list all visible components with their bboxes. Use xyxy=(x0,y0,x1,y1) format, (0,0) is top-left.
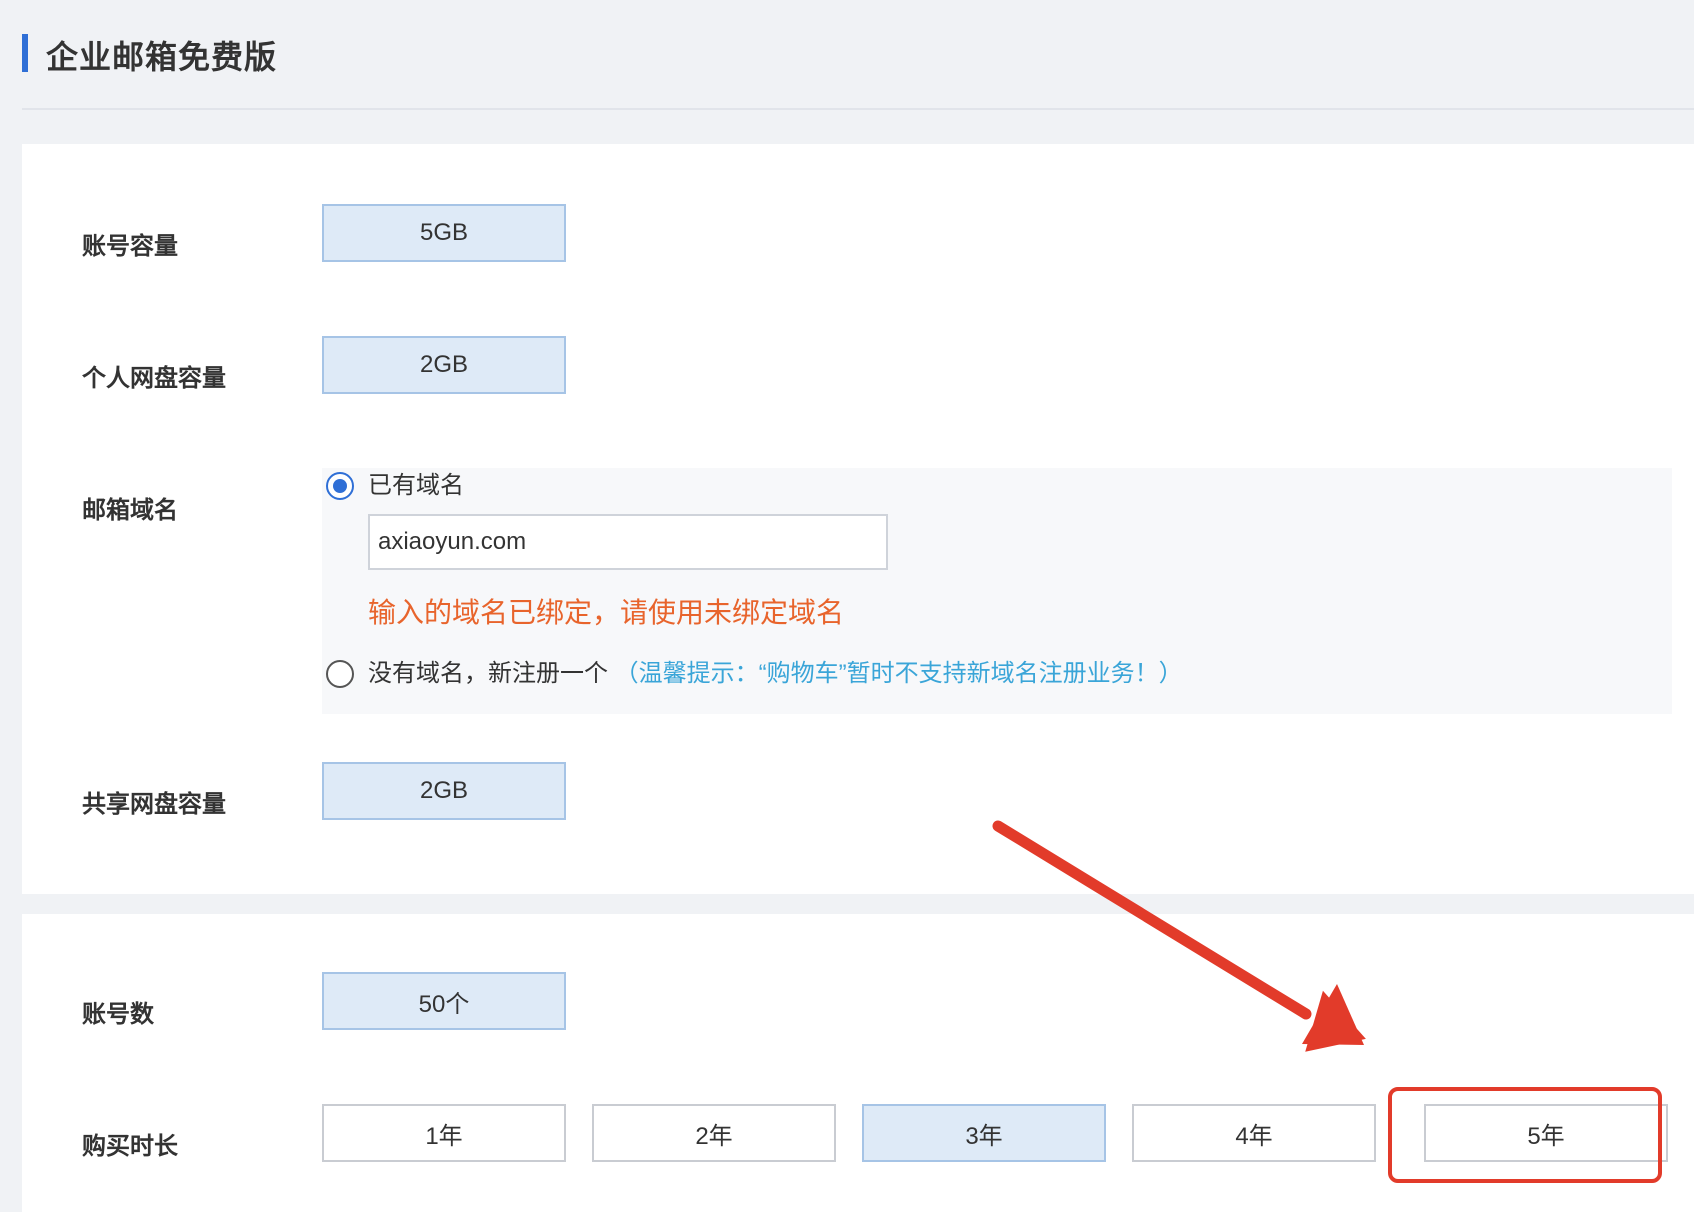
new-domain-option-label[interactable]: 没有域名，新注册一个 xyxy=(368,660,608,687)
duration-option-2-year[interactable]: 2年 xyxy=(592,1104,836,1162)
page-header: 企业邮箱免费版 xyxy=(22,22,1694,110)
domain-input[interactable] xyxy=(368,514,888,570)
personal-disk-value: 2GB xyxy=(322,336,566,394)
new-domain-radio[interactable] xyxy=(326,660,354,688)
mail-domain-label: 邮箱域名 xyxy=(82,497,178,524)
annotation-highlight-box xyxy=(1388,1087,1662,1183)
account-count-value: 50个 xyxy=(322,972,566,1030)
account-capacity-label: 账号容量 xyxy=(82,233,178,260)
duration-option-4-year[interactable]: 4年 xyxy=(1132,1104,1376,1162)
new-domain-tip: （温馨提示：“购物车”暂时不支持新域名注册业务！） xyxy=(614,660,1183,687)
mail-domain-options: 已有域名 输入的域名已绑定，请使用未绑定域名 没有域名，新注册一个 （温馨提示：… xyxy=(322,468,1672,714)
existing-domain-radio[interactable] xyxy=(326,472,354,500)
shared-disk-label: 共享网盘容量 xyxy=(82,791,226,818)
duration-label: 购买时长 xyxy=(82,1133,178,1160)
new-domain-option[interactable]: 没有域名，新注册一个 （温馨提示：“购物车”暂时不支持新域名注册业务！） xyxy=(368,659,1183,689)
duration-option-1-year[interactable]: 1年 xyxy=(322,1104,566,1162)
title-accent-bar xyxy=(22,34,28,72)
duration-option-3-year[interactable]: 3年 xyxy=(862,1104,1106,1162)
account-count-label: 账号数 xyxy=(82,1001,154,1028)
specs-panel: 账号容量 5GB 个人网盘容量 2GB 邮箱域名 已有域名 输入的域名已绑定，请… xyxy=(22,144,1694,894)
personal-disk-label: 个人网盘容量 xyxy=(82,365,226,392)
existing-domain-option-label[interactable]: 已有域名 xyxy=(368,471,464,501)
account-capacity-value: 5GB xyxy=(322,204,566,262)
domain-error-message: 输入的域名已绑定，请使用未绑定域名 xyxy=(368,597,845,628)
page-title: 企业邮箱免费版 xyxy=(46,39,278,75)
shared-disk-value: 2GB xyxy=(322,762,566,820)
